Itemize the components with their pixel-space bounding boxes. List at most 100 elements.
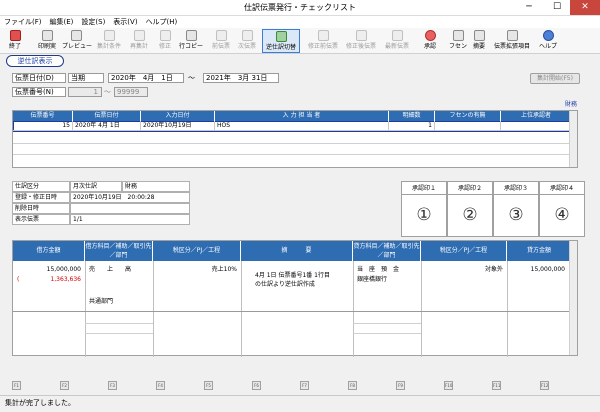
updated-value: 2020年10月19日 20:00:28: [70, 192, 190, 203]
fkey-f7[interactable]: F7: [300, 381, 309, 390]
fkey-f10[interactable]: F10: [444, 381, 453, 390]
approve-button[interactable]: 承認: [420, 29, 440, 53]
menu-help[interactable]: ヘルプ(H): [142, 16, 182, 28]
recalc-button[interactable]: 再集計: [126, 29, 152, 53]
extend-items-button[interactable]: 伝票拡張項目: [492, 29, 532, 53]
edit-button[interactable]: 修正: [156, 29, 174, 53]
number-to-field[interactable]: 99999: [114, 87, 148, 97]
aggregate-button[interactable]: 集計開始(F5): [530, 73, 580, 84]
number-tilde: ～: [104, 88, 111, 96]
col-divider: [241, 261, 242, 357]
debit-tax[interactable]: 売上10%: [155, 265, 239, 275]
print-button[interactable]: 印刷実: [34, 29, 60, 53]
extend-icon: [506, 30, 518, 41]
col-divider: [507, 261, 508, 357]
zaimu-link[interactable]: 財務: [565, 99, 577, 108]
next-voucher-button[interactable]: 次伝票: [236, 29, 258, 53]
cell-sticky: [435, 121, 501, 131]
minimize-button[interactable]: ─: [518, 0, 540, 15]
debit-amount[interactable]: 15,000,000: [15, 265, 83, 275]
title-bar: 仕訳伝票発行・チェックリスト ─ ☐ ✕: [0, 0, 600, 16]
fkey-f5[interactable]: F5: [204, 381, 213, 390]
col-header-date[interactable]: 伝票日付: [73, 111, 141, 121]
post-edit-voucher-button[interactable]: 修正後伝票: [344, 29, 378, 53]
credit-account[interactable]: 当 座 預 金: [355, 265, 401, 275]
reverse-switch-button[interactable]: 逆仕訳切替: [262, 29, 300, 53]
pre-edit-voucher-button[interactable]: 修正前伝票: [306, 29, 340, 53]
row-divider: [13, 154, 571, 155]
fkey-f8[interactable]: F8: [348, 381, 357, 390]
number-from-field[interactable]: 1: [68, 87, 102, 97]
header-summary: 摘 要: [241, 241, 353, 261]
col-header-number[interactable]: 伝票番号: [13, 111, 73, 121]
period-select[interactable]: 当期: [68, 73, 104, 83]
summary-line-2[interactable]: の仕訳より逆仕訳作成: [253, 280, 317, 289]
journal-grid: 借方金額 借方科目／補助／取引先／部門 税区分／PJ／工程 摘 要 貸方科目／補…: [12, 240, 578, 357]
print-icon: [41, 30, 53, 41]
tax-open-paren: (: [17, 276, 20, 283]
date-to-field[interactable]: 2021年 3月 31日: [203, 73, 279, 83]
col-header-input-date[interactable]: 入力日付: [141, 111, 215, 121]
cell-date: 2020年 4月 1日: [73, 121, 141, 131]
debit-account[interactable]: 売 上 高: [87, 265, 133, 275]
menu-view[interactable]: 表示(V): [109, 16, 141, 28]
sticky-icon: [452, 30, 464, 41]
fkey-f12[interactable]: F12: [540, 381, 549, 390]
credit-tax[interactable]: 対象外: [423, 265, 505, 275]
fkey-f2[interactable]: F2: [60, 381, 69, 390]
col-header-lines[interactable]: 明細数: [389, 111, 435, 121]
menu-file[interactable]: ファイル(F): [0, 16, 46, 28]
approval-stamp-3[interactable]: 承認印３ ③: [493, 181, 539, 237]
menu-edit[interactable]: 編集(E): [46, 16, 78, 28]
col-header-user[interactable]: 入 力 担 当 者: [215, 111, 389, 121]
sticky-button[interactable]: フセン: [448, 29, 468, 53]
line-divider: [85, 323, 153, 324]
latest-voucher-button[interactable]: 最新伝票: [382, 29, 412, 53]
shown-value: 1/1: [70, 214, 190, 225]
help-button[interactable]: ヘルプ: [538, 29, 558, 53]
fkey-f3[interactable]: F3: [108, 381, 117, 390]
fkey-f1[interactable]: F1: [12, 381, 21, 390]
row-divider: [13, 143, 571, 144]
exit-button[interactable]: 終了: [4, 29, 26, 53]
help-icon: [542, 30, 554, 41]
prev-voucher-button[interactable]: 前伝票: [210, 29, 232, 53]
tax-amount: 1,363,636: [50, 276, 81, 283]
fkey-f4[interactable]: F4: [156, 381, 165, 390]
approval-stamp-4[interactable]: 承認印４ ④: [539, 181, 585, 237]
deleted-label: 削除日時: [12, 203, 70, 214]
grid-scrollbar[interactable]: [569, 111, 577, 167]
menu-settings[interactable]: 設定(S): [77, 16, 109, 28]
entry-divider: [13, 311, 571, 312]
col-divider: [153, 261, 154, 357]
filter-button[interactable]: 集計条件: [96, 29, 122, 53]
edit-icon: [159, 30, 171, 41]
line-divider: [353, 323, 421, 324]
row-copy-button[interactable]: 行コピー: [178, 29, 204, 53]
preview-button[interactable]: プレビュー: [62, 29, 92, 53]
header-credit-tax: 税区分／PJ／工程: [421, 241, 507, 261]
approval-stamp-2[interactable]: 承認印２ ②: [447, 181, 493, 237]
close-button[interactable]: ✕: [570, 0, 600, 15]
col-header-sticky[interactable]: フセンの有無: [435, 111, 501, 121]
doc-icon: [391, 30, 403, 41]
maximize-button[interactable]: ☐: [546, 0, 568, 15]
fkey-f11[interactable]: F11: [492, 381, 501, 390]
header-debit-account: 借方科目／補助／取引先／部門: [85, 241, 153, 261]
cell-user: HOS: [215, 121, 389, 131]
credit-sub[interactable]: 銀座橋銀行: [355, 275, 389, 285]
debit-dept[interactable]: 共通部門: [87, 297, 115, 307]
credit-amount[interactable]: 15,000,000: [509, 265, 567, 275]
col-header-approver[interactable]: 上位承認者: [501, 111, 571, 121]
journal-scrollbar[interactable]: [569, 241, 577, 355]
fkey-f6[interactable]: F6: [252, 381, 261, 390]
memo-button[interactable]: 摘要: [470, 29, 488, 53]
summary-line-1[interactable]: 4月 1日 伝票番号1番 1行目: [253, 271, 332, 280]
date-tilde: ～: [188, 74, 195, 82]
approval-stamp-1[interactable]: 承認印１ ①: [401, 181, 447, 237]
date-from-field[interactable]: 2020年 4月 1日: [108, 73, 184, 83]
fkey-f9[interactable]: F9: [396, 381, 405, 390]
status-bar: 集計が完了しました。: [0, 395, 600, 412]
updated-label: 登録・修正日時: [12, 192, 70, 203]
line-divider: [85, 333, 153, 334]
